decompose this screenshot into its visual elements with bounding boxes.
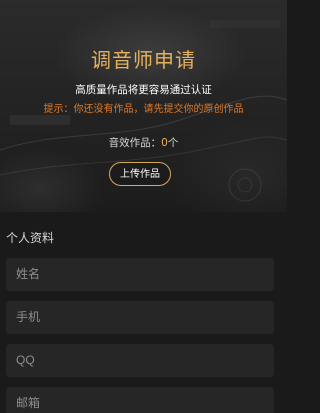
no-works-hint: 提示：你还没有作品，请先提交你的原创作品: [43, 104, 244, 115]
name-field[interactable]: [6, 258, 274, 291]
works-count-label: 音效作品：: [108, 137, 162, 149]
page-subtitle: 高质量作品将更容易通过认证: [75, 84, 212, 96]
upload-works-button[interactable]: 上传作品: [109, 162, 171, 186]
works-count: 音效作品：0个: [0, 135, 287, 150]
tuner-application-page: 调音师申请 高质量作品将更容易通过认证 提示：你还没有作品，请先提交你的原创作品…: [0, 0, 287, 413]
works-count-unit: 个: [167, 137, 179, 149]
hero-banner: 调音师申请 高质量作品将更容易通过认证 提示：你还没有作品，请先提交你的原创作品…: [0, 0, 287, 212]
qq-field[interactable]: [6, 344, 274, 377]
page-title: 调音师申请: [91, 48, 196, 72]
profile-section-title: 个人资料: [6, 231, 55, 245]
email-field[interactable]: [6, 387, 274, 413]
phone-field[interactable]: [6, 301, 274, 334]
works-count-value: 0: [161, 137, 168, 149]
